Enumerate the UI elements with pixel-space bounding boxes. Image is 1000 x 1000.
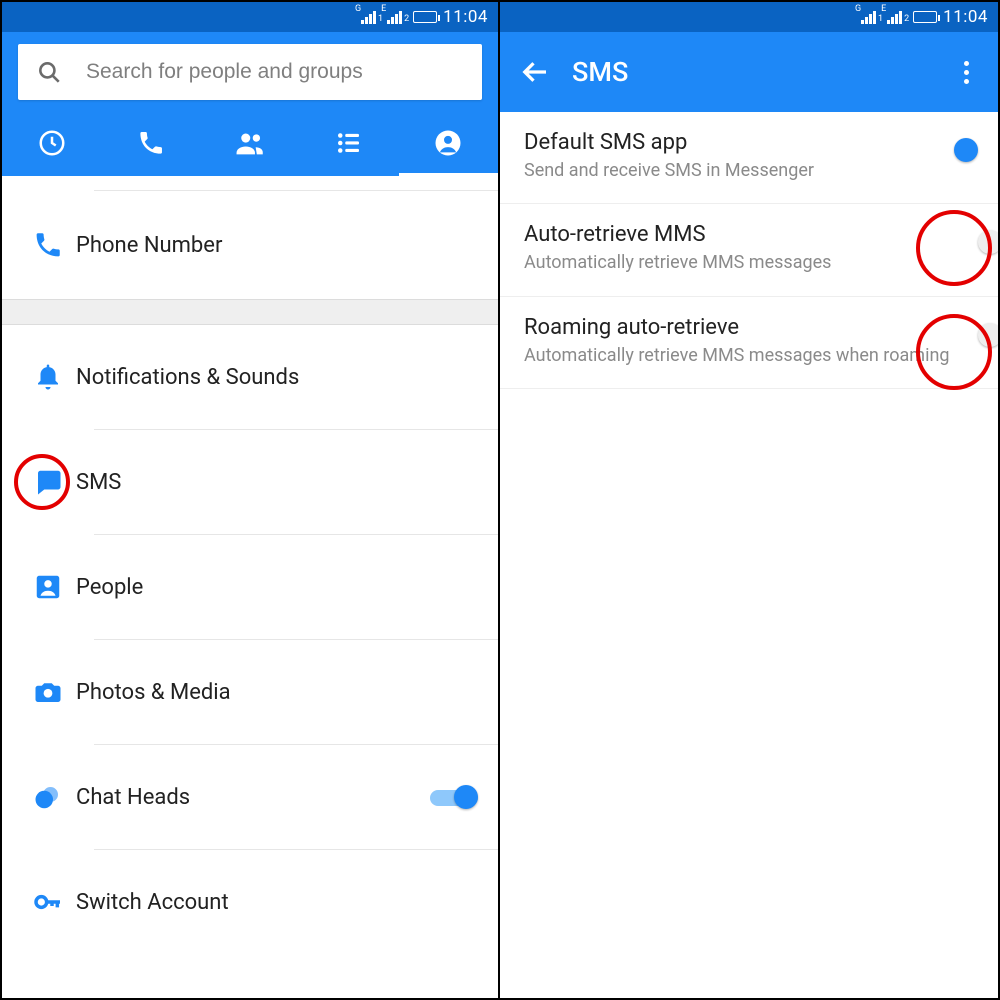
- status-time: 11:04: [443, 7, 488, 27]
- setting-subtitle: Automatically retrieve MMS messages: [524, 251, 966, 275]
- page-title: SMS: [572, 56, 946, 88]
- settings-list-screen: G1 E2 11:04: [2, 2, 500, 998]
- row-label: Phone Number: [76, 233, 478, 258]
- status-bar: G1 E2 11:04: [2, 2, 498, 32]
- tab-groups[interactable]: [300, 110, 399, 176]
- signal-2-icon: E2: [387, 10, 409, 24]
- setting-title: Auto-retrieve MMS: [524, 222, 966, 247]
- row-notifications[interactable]: Notifications & Sounds: [2, 325, 498, 429]
- search-input[interactable]: [86, 60, 464, 84]
- row-phone-number[interactable]: Phone Number: [2, 191, 498, 299]
- search-bar-wrap: [2, 32, 498, 110]
- key-icon: [20, 886, 76, 918]
- tab-calls[interactable]: [101, 110, 200, 176]
- row-label: Notifications & Sounds: [76, 365, 478, 390]
- row-label: Photos & Media: [76, 680, 478, 705]
- battery-icon: [913, 11, 937, 23]
- row-label: Switch Account: [76, 890, 478, 915]
- chat-heads-toggle[interactable]: [430, 783, 478, 811]
- setting-auto-retrieve[interactable]: Auto-retrieve MMS Automatically retrieve…: [500, 204, 998, 296]
- camera-icon: [20, 677, 76, 707]
- row-people[interactable]: People: [2, 535, 498, 639]
- row-photos[interactable]: Photos & Media: [2, 640, 498, 744]
- row-label: People: [76, 575, 478, 600]
- app-bar: SMS: [500, 32, 998, 112]
- tab-bar: [2, 110, 498, 176]
- back-button[interactable]: [512, 57, 560, 87]
- person-icon: [20, 572, 76, 602]
- sms-settings-screen: G1 E2 11:04 SMS Default SMS app Send and…: [500, 2, 998, 998]
- chat-icon: [20, 467, 76, 497]
- setting-title: Roaming auto-retrieve: [524, 315, 966, 340]
- tab-recents[interactable]: [2, 110, 101, 176]
- status-bar: G1 E2 11:04: [500, 2, 998, 32]
- bell-icon: [20, 362, 76, 392]
- setting-subtitle: Automatically retrieve MMS messages when…: [524, 344, 966, 368]
- signal-1-icon: G1: [861, 10, 883, 24]
- tab-people[interactable]: [200, 110, 299, 176]
- row-label: SMS: [76, 470, 478, 495]
- tab-profile[interactable]: [399, 110, 498, 176]
- signal-1-icon: G1: [361, 10, 383, 24]
- chat-heads-icon: [20, 782, 76, 812]
- setting-roaming[interactable]: Roaming auto-retrieve Automatically retr…: [500, 297, 998, 389]
- search-box[interactable]: [18, 44, 482, 100]
- phone-icon: [20, 230, 76, 260]
- setting-title: Default SMS app: [524, 130, 966, 155]
- battery-icon: [413, 11, 437, 23]
- row-chat-heads[interactable]: Chat Heads: [2, 745, 498, 849]
- search-icon: [36, 59, 62, 85]
- overflow-menu-button[interactable]: [946, 61, 986, 84]
- row-sms[interactable]: SMS: [2, 430, 498, 534]
- setting-subtitle: Send and receive SMS in Messenger: [524, 159, 966, 183]
- row-switch-account[interactable]: Switch Account: [2, 850, 498, 954]
- row-label: Chat Heads: [76, 785, 430, 810]
- setting-default-sms[interactable]: Default SMS app Send and receive SMS in …: [500, 112, 998, 204]
- settings-list: Phone Number Notifications & Sounds SMS …: [2, 176, 498, 954]
- status-time: 11:04: [943, 7, 988, 27]
- section-divider: [2, 299, 498, 325]
- signal-2-icon: E2: [887, 10, 909, 24]
